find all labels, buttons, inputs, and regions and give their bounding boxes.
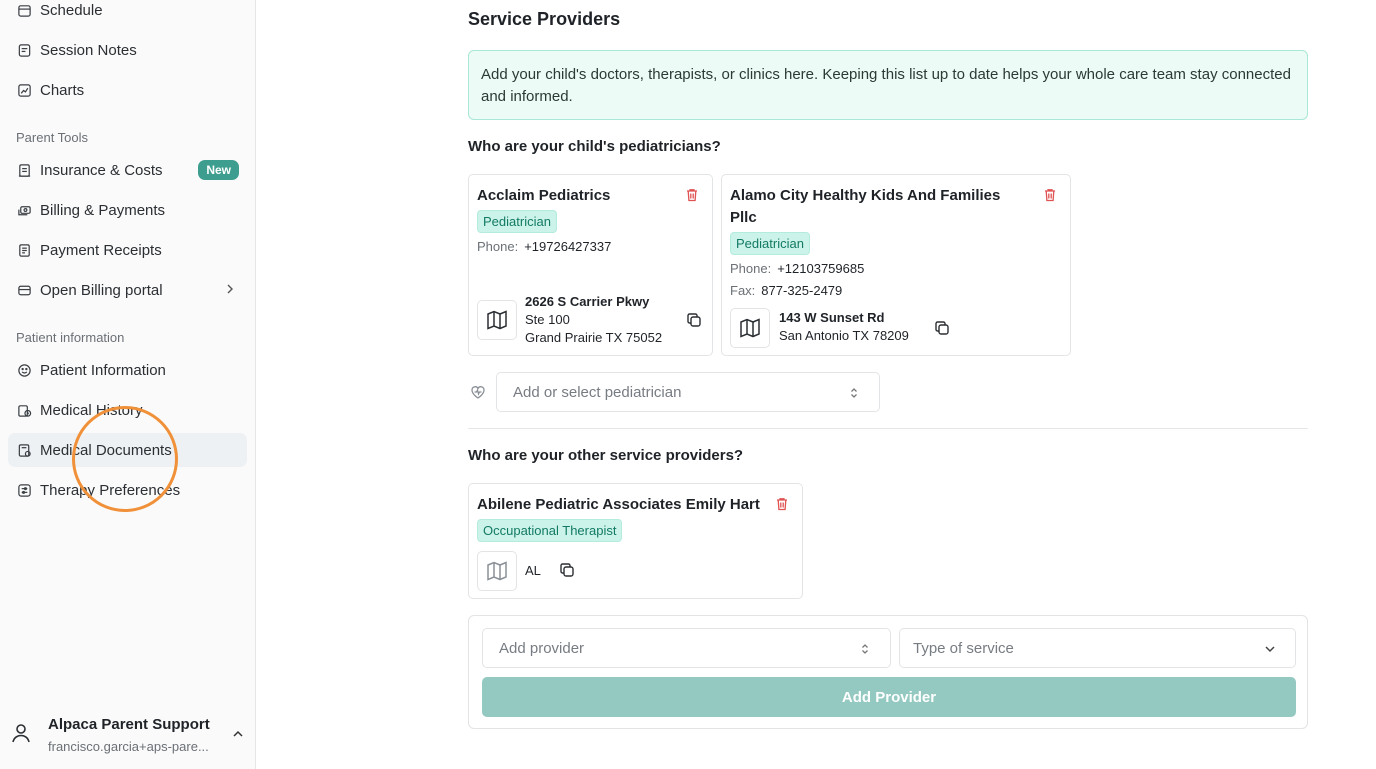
trash-icon[interactable] — [684, 187, 700, 203]
provider-phone: Phone: +12103759685 — [730, 261, 865, 276]
provider-address: 143 W Sunset Rd San Antonio TX 78209 — [779, 310, 909, 343]
map-button[interactable] — [477, 300, 517, 340]
chevron-up-down-icon — [851, 388, 857, 398]
sidebar-item-label: Patient Information — [40, 361, 166, 379]
sidebar-item-payment-receipts[interactable]: Payment Receipts — [8, 233, 247, 267]
section-divider — [468, 428, 1308, 429]
chevron-up-icon — [233, 730, 243, 737]
trash-icon[interactable] — [774, 496, 790, 512]
sidebar-item-insurance-costs[interactable]: Insurance & Costs New — [8, 153, 247, 187]
map-button[interactable] — [477, 551, 517, 591]
add-provider-select[interactable]: Add provider — [482, 628, 891, 668]
provider-address: 2626 S Carrier Pkwy Ste 100 Grand Prairi… — [525, 294, 663, 345]
history-icon — [16, 402, 32, 418]
receipt-icon — [16, 162, 32, 178]
provider-card: Acclaim Pediatrics Pediatrician Phone: +1… — [468, 174, 713, 356]
service-type-placeholder: Type of service — [913, 639, 1014, 657]
user-icon — [12, 724, 30, 743]
user-email: francisco.garcia+aps-pare... — [48, 739, 209, 754]
user-name: Alpaca Parent Support — [48, 716, 210, 733]
sidebar-item-label: Session Notes — [40, 41, 137, 59]
map-icon — [487, 561, 507, 581]
add-provider-placeholder: Add provider — [499, 639, 585, 657]
map-icon — [487, 310, 507, 330]
chevron-right-icon — [227, 284, 233, 294]
sidebar-item-label: Therapy Preferences — [40, 481, 181, 499]
pediatricians-label: Who are your child's pediatricians? — [468, 138, 721, 155]
page-title: Service Providers — [468, 9, 621, 29]
trash-icon[interactable] — [1042, 187, 1058, 203]
sidebar-item-open-billing-portal[interactable]: Open Billing portal — [8, 273, 247, 307]
money-icon — [16, 202, 32, 218]
smile-icon — [16, 362, 32, 378]
sidebar-item-patient-information[interactable]: Patient Information — [8, 353, 247, 387]
provider-type-tag: Pediatrician — [730, 232, 810, 255]
sidebar-item-label: Insurance & Costs — [40, 161, 163, 179]
provider-card: Alamo City Healthy Kids And Families Pll… — [721, 174, 1071, 356]
chevron-up-down-icon — [862, 644, 868, 654]
provider-name: Acclaim Pediatrics — [477, 187, 611, 204]
map-icon — [740, 318, 760, 338]
provider-name: Alamo City Healthy Kids And Families Pll… — [730, 187, 1001, 226]
other-providers-label: Who are your other service providers? — [468, 447, 744, 464]
document-icon — [16, 242, 32, 258]
sidebar-item-label: Medical History — [40, 401, 143, 419]
card-icon — [16, 282, 32, 298]
sidebar-item-label: Open Billing portal — [40, 281, 163, 299]
provider-phone: Phone: +19726427337 — [477, 239, 612, 254]
sidebar-item-medical-history[interactable]: Medical History — [8, 393, 247, 427]
preferences-icon — [16, 482, 32, 498]
copy-icon[interactable] — [934, 320, 950, 336]
notes-icon — [16, 42, 32, 58]
sidebar-item-therapy-preferences[interactable]: Therapy Preferences — [8, 473, 247, 507]
add-provider-form: Add provider Type of service Add Provide… — [468, 615, 1308, 729]
map-button[interactable] — [730, 308, 770, 348]
chart-icon — [16, 82, 32, 98]
copy-icon[interactable] — [686, 312, 702, 328]
sidebar-item-billing-payments[interactable]: Billing & Payments — [8, 193, 247, 227]
sidebar-item-label: Medical Documents — [40, 441, 172, 459]
section-label-patient-information: Patient information — [16, 330, 125, 345]
copy-icon[interactable] — [559, 562, 575, 578]
sidebar-item-label: Payment Receipts — [40, 241, 162, 259]
sidebar-item-schedule[interactable]: Schedule — [8, 0, 247, 27]
add-provider-button[interactable]: Add Provider — [482, 677, 1296, 717]
provider-address: AL — [525, 563, 541, 578]
chevron-down-icon — [1265, 646, 1275, 653]
sidebar-item-label: Billing & Payments — [40, 201, 166, 219]
provider-card: Abilene Pediatric Associates Emily Hart … — [468, 483, 803, 599]
medical-document-icon — [16, 442, 32, 458]
provider-type-tag: Pediatrician — [477, 210, 557, 233]
service-type-select[interactable]: Type of service — [899, 628, 1296, 668]
new-badge: New — [198, 160, 239, 180]
section-label-parent-tools: Parent Tools — [16, 130, 89, 145]
sidebar-item-medical-documents[interactable]: Medical Documents — [8, 433, 247, 467]
sidebar-item-label: Schedule — [40, 1, 103, 19]
provider-type-tag: Occupational Therapist — [477, 519, 623, 542]
sidebar-item-label: Charts — [40, 81, 85, 99]
sidebar-item-session-notes[interactable]: Session Notes — [8, 33, 247, 67]
stethoscope-heart-icon — [471, 386, 485, 399]
provider-fax: Fax: 877-325-2479 — [730, 283, 843, 298]
pediatrician-select-placeholder: Add or select pediatrician — [513, 383, 682, 401]
sidebar: Schedule Session Notes Charts Parent Too… — [0, 0, 256, 769]
sidebar-item-charts[interactable]: Charts — [8, 73, 247, 107]
user-menu[interactable]: Alpaca Parent Support francisco.garcia+a… — [0, 699, 255, 769]
calendar-icon — [16, 2, 32, 18]
info-banner: Add your child's doctors, therapists, or… — [468, 50, 1308, 120]
pediatrician-select[interactable]: Add or select pediatrician — [496, 372, 880, 412]
provider-name: Abilene Pediatric Associates Emily Hart — [477, 496, 760, 513]
